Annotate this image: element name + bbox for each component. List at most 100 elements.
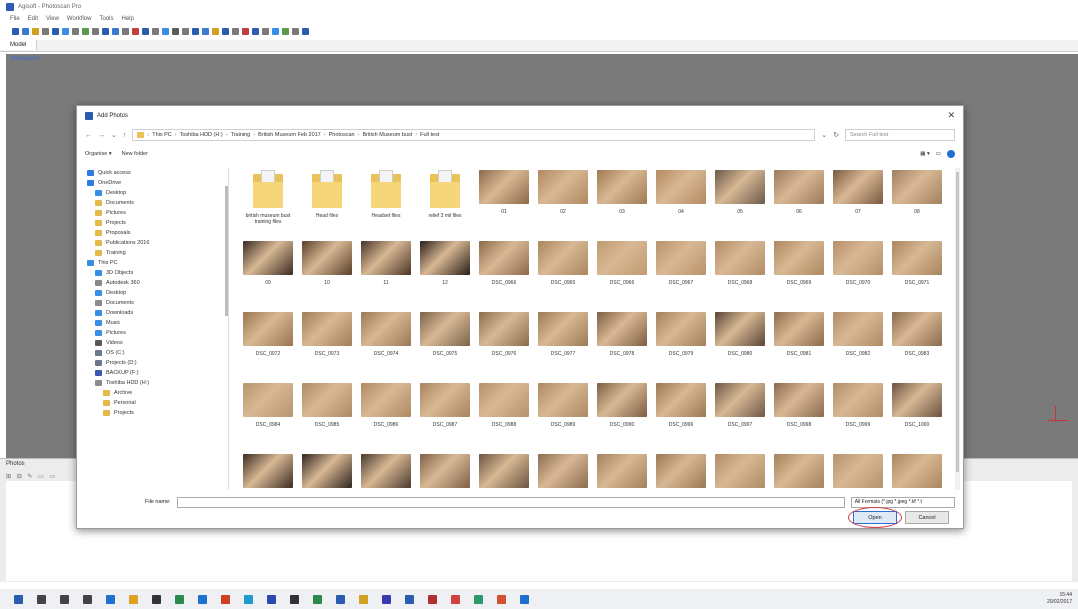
toolbar-button-icon[interactable]	[32, 27, 39, 35]
preview-pane-icon[interactable]: ▭	[936, 151, 941, 157]
toolbar-button-icon[interactable]	[172, 27, 179, 35]
toolbar-button-icon[interactable]	[42, 27, 49, 35]
photo-item[interactable]: DSC_0990	[593, 381, 651, 452]
taskbar-app-icon[interactable]	[313, 594, 322, 604]
organise-menu[interactable]: Organise ▾	[85, 151, 112, 157]
photo-item[interactable]: DSC_0985	[298, 381, 356, 452]
photo-item[interactable]: DSC_0972	[239, 310, 297, 381]
photo-item[interactable]: 08	[888, 168, 946, 239]
toolbar-button-icon[interactable]	[302, 27, 309, 35]
scrollbar-thumb[interactable]	[956, 172, 959, 472]
photo-item[interactable]: DSC_0984	[239, 381, 297, 452]
forward-arrow-icon[interactable]: →	[98, 132, 105, 139]
nav-item[interactable]: Pictures	[85, 208, 228, 218]
photo-item[interactable]: DSC_0982	[829, 310, 887, 381]
taskbar-app-icon[interactable]	[520, 594, 529, 604]
photo-item[interactable]: DSC_1008	[652, 452, 710, 490]
photo-item[interactable]: DSC_0981	[770, 310, 828, 381]
photo-item[interactable]: 05	[711, 168, 769, 239]
recent-locations-chevron-icon[interactable]: ⌄	[111, 131, 117, 139]
photo-item[interactable]: DSC_1009	[711, 452, 769, 490]
taskbar-app-icon[interactable]	[405, 594, 414, 604]
taskbar-app-icon[interactable]	[83, 594, 92, 604]
file-type-filter[interactable]: All Formats (*.jpg *.jpeg *.tif *.t	[850, 496, 955, 508]
nav-item[interactable]: Music	[85, 318, 228, 328]
photo-item[interactable]: DSC_1012	[888, 452, 946, 490]
photo-item[interactable]: DSC_0978	[593, 310, 651, 381]
photo-item[interactable]: DSC_0996	[652, 381, 710, 452]
toolbar-button-icon[interactable]	[112, 27, 119, 35]
photo-item[interactable]: DSC_0969	[770, 239, 828, 310]
photo-item[interactable]: DSC_1011	[829, 452, 887, 490]
nav-item[interactable]: Documents	[85, 298, 228, 308]
menu-item[interactable]: View	[46, 16, 59, 22]
system-tray-clock[interactable]: 15:44 20/02/2017	[1047, 592, 1072, 606]
photo-item[interactable]: DSC_1005	[475, 452, 533, 490]
nav-item[interactable]: BACKUP (F:)	[85, 368, 228, 378]
toolbar-button-icon[interactable]	[282, 27, 289, 35]
toolbar-button-icon[interactable]	[52, 27, 59, 35]
photo-item[interactable]: DSC_0973	[298, 310, 356, 381]
taskbar-app-icon[interactable]	[382, 594, 391, 604]
breadcrumb-item[interactable]: Full test	[420, 132, 439, 138]
file-name-input[interactable]	[176, 496, 845, 508]
photo-item[interactable]: DSC_1010	[770, 452, 828, 490]
nav-item[interactable]: Autodesk 360	[85, 278, 228, 288]
toolbar-button-icon[interactable]	[252, 27, 259, 35]
photos-panel-tools[interactable]: ⊞ ⊟ ✎ ▭ ▭	[6, 473, 57, 480]
toolbar-button-icon[interactable]	[102, 27, 109, 35]
taskbar-app-icon[interactable]	[14, 594, 23, 604]
toolbar-button-icon[interactable]	[62, 27, 69, 35]
nav-item[interactable]: Toshiba HDD (H:)	[85, 378, 228, 388]
nav-item[interactable]: Publications 2016	[85, 238, 228, 248]
nav-item[interactable]: OneDrive	[85, 178, 228, 188]
photo-item[interactable]: 03	[593, 168, 651, 239]
open-button[interactable]: Open	[848, 507, 902, 528]
photo-item[interactable]: 07	[829, 168, 887, 239]
photo-item[interactable]: 09	[239, 239, 297, 310]
nav-item[interactable]: Pictures	[85, 328, 228, 338]
photo-item[interactable]: DSC_0968	[711, 239, 769, 310]
nav-item[interactable]: Projects	[85, 218, 228, 228]
photo-item[interactable]: DSC_0997	[711, 381, 769, 452]
scrollbar-thumb[interactable]	[225, 186, 228, 316]
nav-item[interactable]: OS (C:)	[85, 348, 228, 358]
taskbar-app-icon[interactable]	[336, 594, 345, 604]
nav-item[interactable]: Projects	[85, 408, 228, 418]
nav-item[interactable]: Archive	[85, 388, 228, 398]
taskbar-app-icon[interactable]	[474, 594, 483, 604]
photo-item[interactable]: DSC_0983	[888, 310, 946, 381]
new-folder-button[interactable]: New folder	[122, 151, 148, 157]
toolbar-button-icon[interactable]	[292, 27, 299, 35]
address-dropdown-icon[interactable]: ⌄	[821, 131, 827, 139]
photo-item[interactable]: DSC_1002	[298, 452, 356, 490]
toolbar-button-icon[interactable]	[122, 27, 129, 35]
up-arrow-icon[interactable]: ↑	[123, 132, 127, 139]
toolbar-button-icon[interactable]	[72, 27, 79, 35]
taskbar-app-icon[interactable]	[267, 594, 276, 604]
photo-item[interactable]: 06	[770, 168, 828, 239]
photo-item[interactable]: DSC_0966	[475, 239, 533, 310]
photo-item[interactable]: 11	[357, 239, 415, 310]
nav-item[interactable]: Downloads	[85, 308, 228, 318]
taskbar-app-icon[interactable]	[152, 594, 161, 604]
taskbar-app-icon[interactable]	[60, 594, 69, 604]
toolbar-button-icon[interactable]	[182, 27, 189, 35]
taskbar-app-icon[interactable]	[359, 594, 368, 604]
breadcrumb-item[interactable]: Toshiba HDD (H:)	[180, 132, 223, 138]
nav-item[interactable]: Projects (D:)	[85, 358, 228, 368]
menu-item[interactable]: Tools	[99, 16, 113, 22]
toolbar-button-icon[interactable]	[22, 27, 29, 35]
taskbar-app-icon[interactable]	[37, 594, 46, 604]
photo-item[interactable]: 10	[298, 239, 356, 310]
address-bar[interactable]: › This PC › Toshiba HDD (H:) › Training › Briti…	[132, 129, 816, 141]
taskbar-app-icon[interactable]	[175, 594, 184, 604]
taskbar-app-icon[interactable]	[198, 594, 207, 604]
breadcrumb-item[interactable]: British Museum bust	[362, 132, 412, 138]
toolbar-button-icon[interactable]	[262, 27, 269, 35]
nav-item[interactable]: Documents	[85, 198, 228, 208]
photo-item[interactable]: DSC_0999	[829, 381, 887, 452]
toolbar-button-icon[interactable]	[212, 27, 219, 35]
toolbar-button-icon[interactable]	[82, 27, 89, 35]
photo-item[interactable]: DSC_0987	[416, 381, 474, 452]
